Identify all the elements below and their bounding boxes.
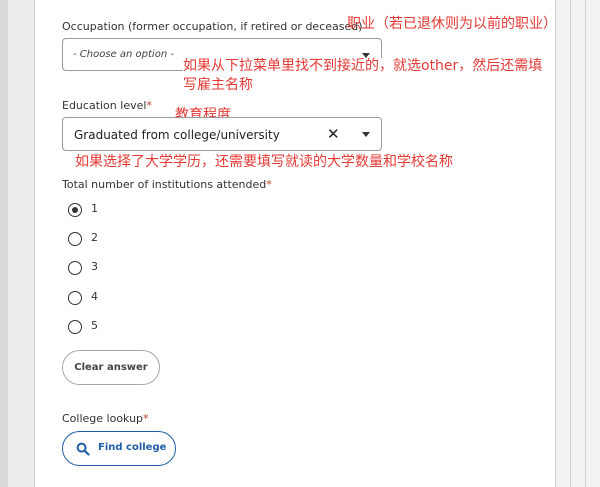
- college-lookup-label-text: College lookup: [62, 412, 144, 425]
- radio-button[interactable]: [68, 261, 82, 275]
- radio-label: 2: [91, 231, 98, 244]
- occupation-label: Occupation (former occupation, if retire…: [62, 20, 363, 33]
- radio-button[interactable]: [68, 291, 82, 305]
- radio-label: 5: [91, 319, 98, 332]
- right-scroll-area: [555, 0, 600, 487]
- education-value: Graduated from college/university: [74, 128, 280, 142]
- occupation-annotation: 职业（若已退休则为以前的职业）: [347, 16, 557, 32]
- education-label: Education level*: [62, 99, 152, 112]
- occupation-help-annotation-1: 如果从下拉菜单里找不到接近的，就选other，然后还需填: [183, 58, 543, 75]
- radio-button[interactable]: [68, 320, 82, 334]
- radio-button[interactable]: [68, 203, 82, 217]
- education-select[interactable]: Graduated from college/university ✕: [62, 117, 382, 151]
- find-college-button[interactable]: Find college: [62, 431, 176, 466]
- search-icon: [76, 442, 90, 456]
- institutions-label-text: Total number of institutions attended: [62, 178, 267, 191]
- radio-label: 3: [91, 260, 98, 273]
- right-divider-outer: [585, 0, 586, 487]
- find-college-label: Find college: [98, 442, 167, 453]
- required-mark: *: [146, 99, 152, 112]
- occupation-help-annotation-2: 写雇主名称: [183, 77, 253, 93]
- required-mark: *: [266, 178, 272, 191]
- clear-selection-icon[interactable]: ✕: [327, 125, 340, 143]
- institutions-label: Total number of institutions attended*: [62, 178, 272, 191]
- left-edge-strip: [0, 0, 8, 487]
- radio-label: 4: [91, 290, 98, 303]
- education-help-annotation: 如果选择了大学学历，还需要填写就读的大学数量和学校名称: [75, 154, 453, 170]
- radio-label: 1: [91, 202, 98, 215]
- education-label-text: Education level: [62, 99, 147, 112]
- right-divider: [570, 0, 571, 487]
- college-lookup-label: College lookup*: [62, 412, 149, 425]
- clear-answer-button[interactable]: Clear answer: [62, 350, 160, 385]
- required-mark: *: [143, 412, 149, 425]
- chevron-down-icon[interactable]: [362, 132, 370, 137]
- occupation-placeholder: - Choose an option -: [73, 49, 174, 60]
- radio-button[interactable]: [68, 232, 82, 246]
